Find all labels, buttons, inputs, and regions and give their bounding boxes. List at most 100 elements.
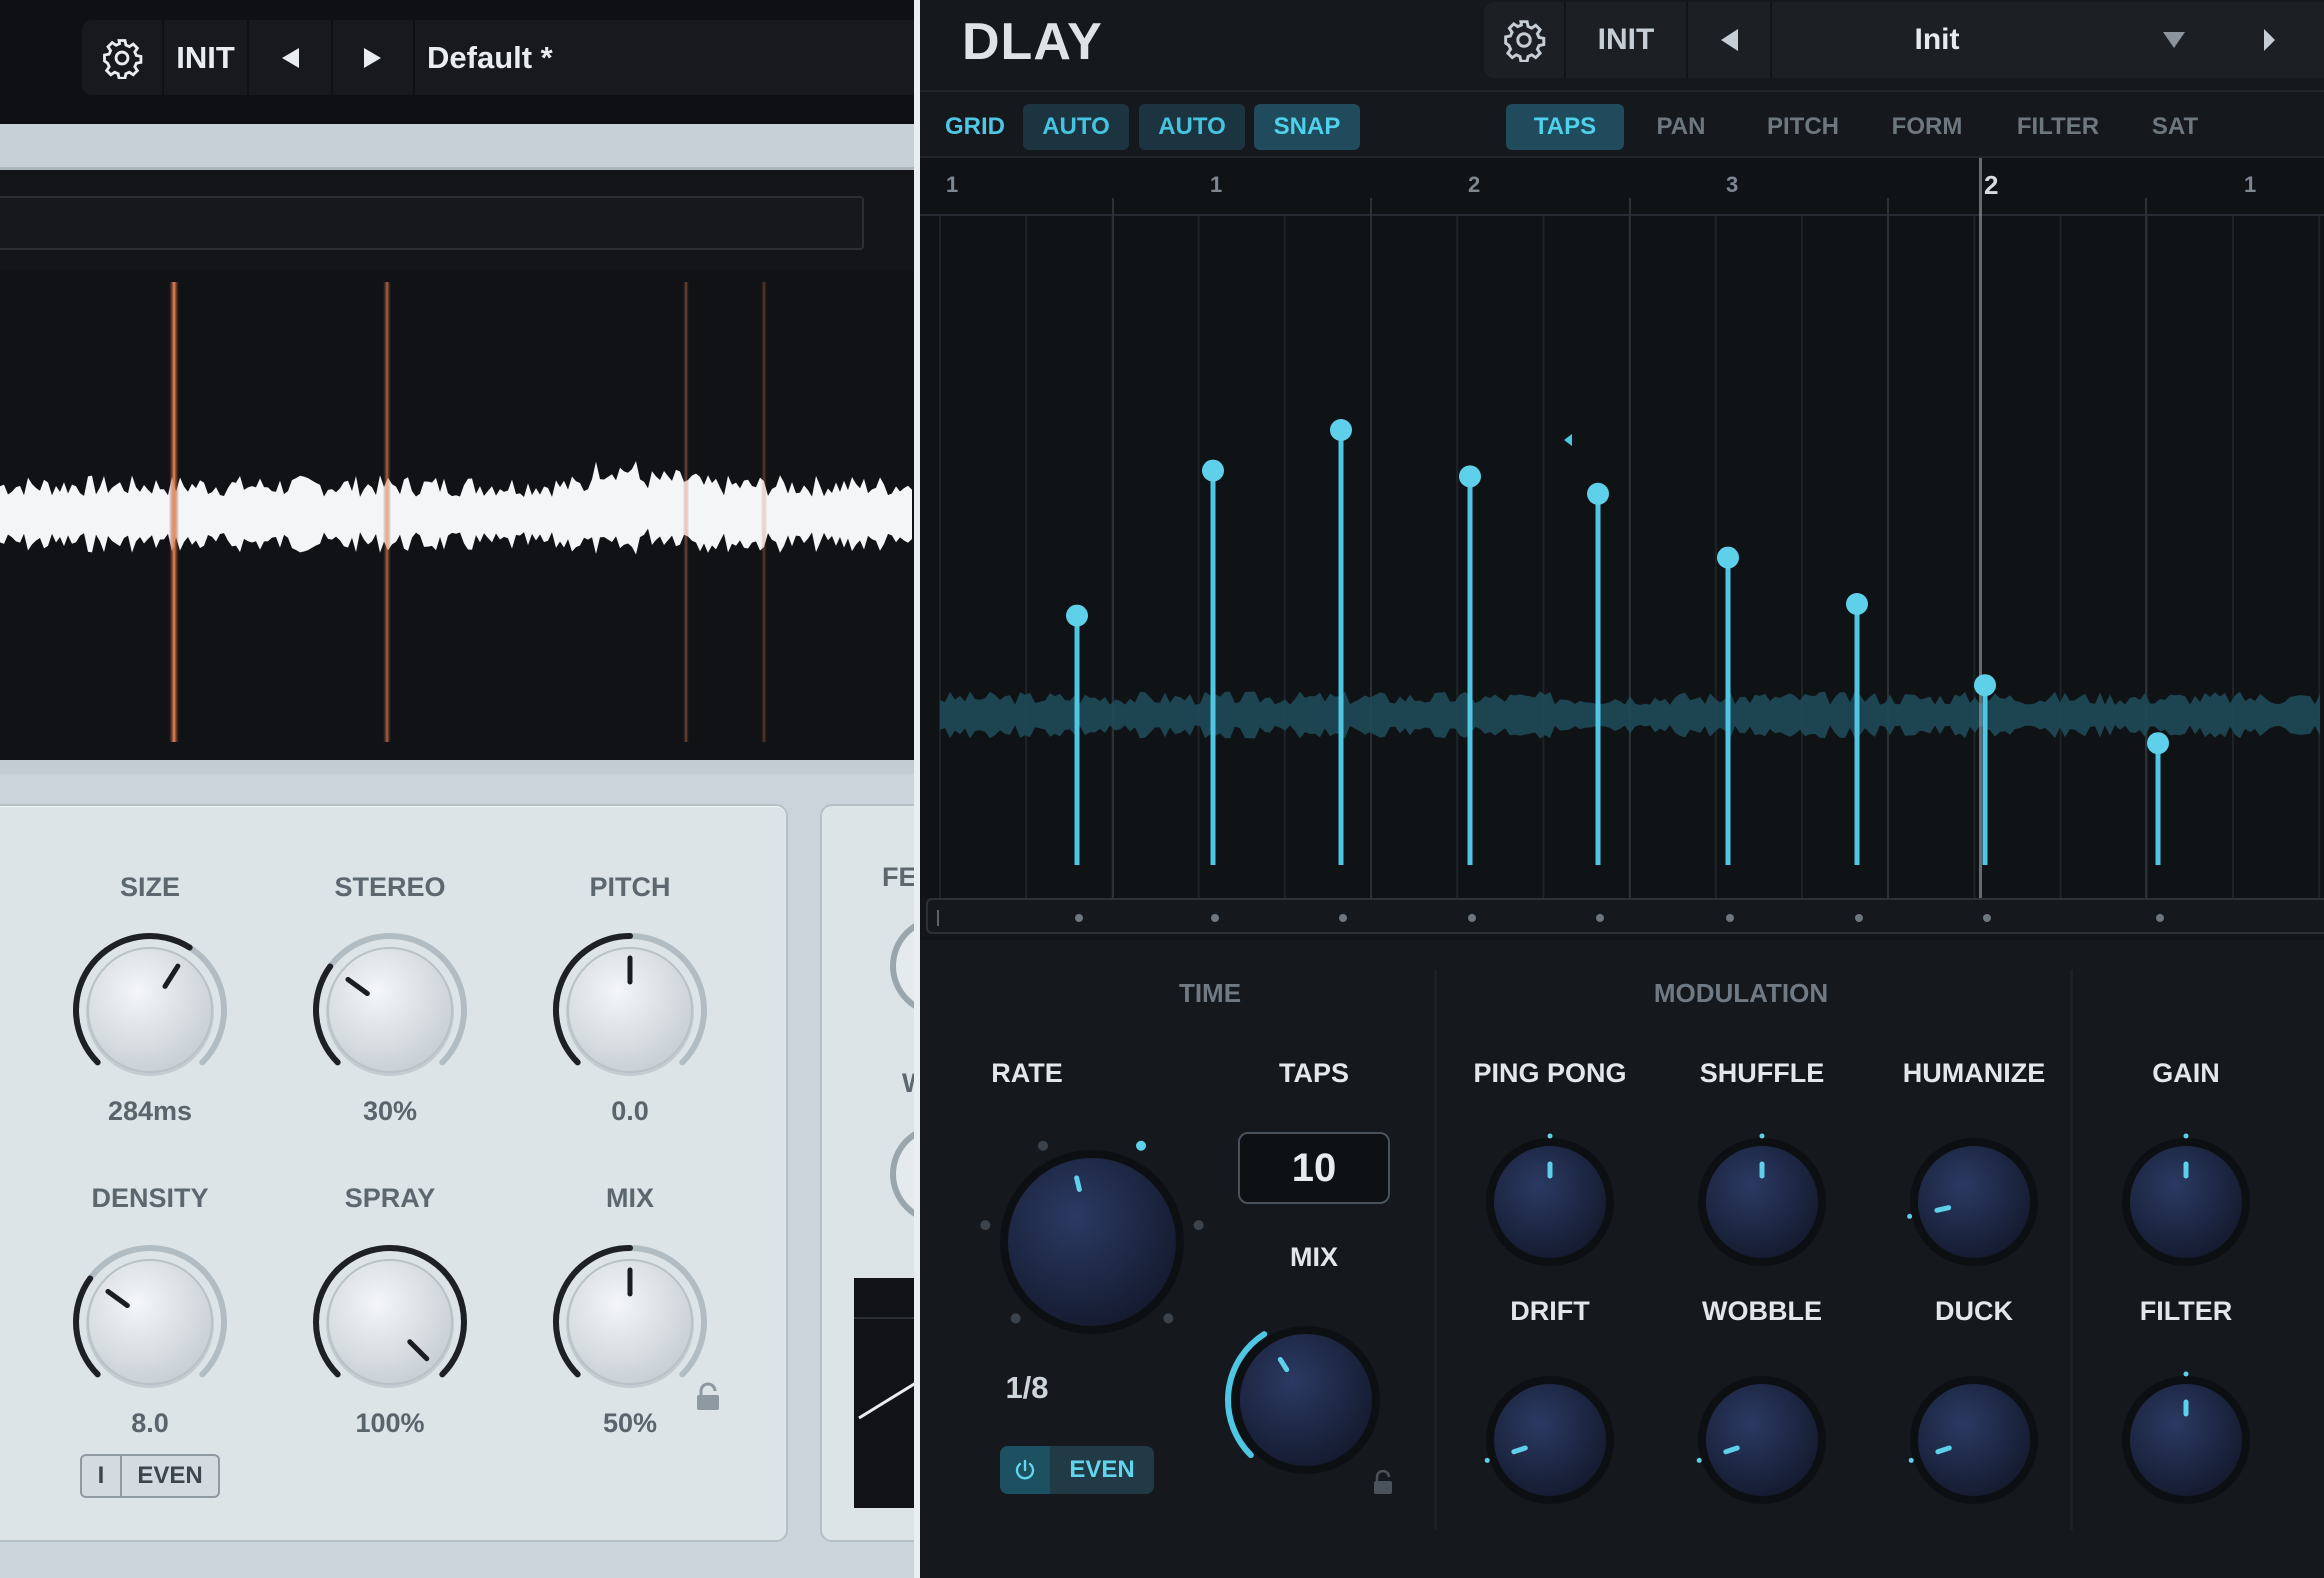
taps-label: TAPS	[1278, 1058, 1349, 1088]
knob-label-pitch: PITCH	[589, 872, 671, 902]
taps-graph[interactable]	[920, 158, 2324, 898]
left-strip	[0, 124, 914, 170]
gain-label: GAIN	[2152, 1058, 2220, 1088]
duck-knob[interactable]	[1904, 1370, 2044, 1510]
mix-knob[interactable]	[1216, 1310, 1396, 1490]
tap-scroll-dot	[1075, 914, 1083, 922]
init-button[interactable]: INIT	[1566, 2, 1686, 78]
tap-scroll-dot	[1211, 914, 1219, 922]
tab-auto-1[interactable]: AUTO	[1023, 104, 1129, 150]
density-mode-toggle[interactable]: I EVEN	[80, 1454, 220, 1498]
tab-pan[interactable]: PAN	[1636, 104, 1726, 150]
dlay-plugin: DLAY INIT Init GRID AUTO AUTO SNAP TAPS …	[920, 0, 2324, 1578]
taps-editor[interactable]: 1 1 2 3 2 1	[920, 158, 2324, 934]
grain-marker	[761, 282, 767, 742]
shuffle-label: SHUFFLE	[1699, 1058, 1825, 1088]
wobble-label: WOBBLE	[1702, 1296, 1822, 1326]
gear-icon[interactable]	[1484, 2, 1564, 78]
knob-value-density: 8.0	[131, 1408, 169, 1438]
knob-value-pitch: 0.0	[611, 1096, 649, 1126]
left-separator	[0, 760, 914, 774]
triangle-left-icon[interactable]	[249, 20, 331, 95]
knob-label-density: DENSITY	[91, 1183, 209, 1213]
left-waveform	[0, 282, 912, 742]
taps-count-field[interactable]: 10	[1238, 1132, 1390, 1204]
preset-name[interactable]: Init	[1772, 2, 2102, 78]
knob[interactable]	[890, 1124, 914, 1224]
lock-icon[interactable]	[694, 1382, 722, 1412]
density-knob[interactable]	[68, 1240, 232, 1404]
tap-handle[interactable]	[1202, 459, 1224, 865]
tab-filter[interactable]: FILTER	[1998, 104, 2118, 150]
tap-scroll-dot	[1596, 914, 1604, 922]
triangle-down-icon[interactable]	[2144, 2, 2204, 78]
tab-form[interactable]: FORM	[1872, 104, 1982, 150]
tap-handle[interactable]	[1330, 419, 1352, 865]
triangle-left-icon[interactable]	[1564, 434, 1572, 446]
tap-scroll-dot	[2156, 914, 2164, 922]
grain-marker	[169, 282, 179, 742]
tab-grid[interactable]: GRID	[940, 104, 1010, 150]
size-knob[interactable]	[68, 928, 232, 1092]
humanize-label: HUMANIZE	[1902, 1058, 2046, 1088]
knob-value-size: 284ms	[107, 1096, 193, 1126]
filter-knob[interactable]	[2116, 1370, 2256, 1510]
preset-name[interactable]: Default *	[427, 20, 627, 95]
spray-knob[interactable]	[308, 1240, 472, 1404]
section-time: TIME	[1178, 978, 1242, 1008]
dlay-header: DLAY INIT Init	[920, 0, 2324, 90]
dlay-preset-bar: INIT Init	[1484, 2, 2324, 78]
tap-scroll-dot	[1468, 914, 1476, 922]
triangle-right-icon[interactable]	[333, 20, 413, 95]
tap-scrollbar[interactable]	[926, 898, 2324, 934]
gear-icon[interactable]	[82, 20, 162, 95]
init-button[interactable]: INIT	[164, 20, 247, 95]
playhead	[1979, 158, 1982, 898]
toggle-even-option[interactable]: EVEN	[122, 1462, 218, 1490]
tap-scroll-dot	[1983, 914, 1991, 922]
tap-scroll-dot	[1726, 914, 1734, 922]
knob-label-mix: MIX	[605, 1183, 654, 1213]
triangle-left-icon[interactable]	[1688, 2, 1770, 78]
stereo-knob[interactable]	[308, 928, 472, 1092]
tap-handle[interactable]	[2147, 732, 2169, 865]
section-modulation: MODULATION	[1653, 978, 1829, 1008]
humanize-knob[interactable]	[1904, 1132, 2044, 1272]
left-waveform-view	[0, 270, 914, 760]
knob-value-stereo: 30%	[362, 1096, 418, 1126]
tap-handle[interactable]	[1459, 465, 1481, 865]
wobble-knob[interactable]	[1692, 1370, 1832, 1510]
toggle-left-option[interactable]: I	[82, 1456, 122, 1496]
tab-snap[interactable]: SNAP	[1254, 104, 1360, 150]
pitch-knob[interactable]	[548, 928, 712, 1092]
drift-knob[interactable]	[1480, 1370, 1620, 1510]
dlay-tab-bar: GRID AUTO AUTO SNAP TAPS PAN PITCH FORM …	[920, 90, 2324, 158]
tab-pitch[interactable]: PITCH	[1748, 104, 1858, 150]
knob-label-size: SIZE	[119, 872, 180, 902]
even-toggle[interactable]: EVEN	[1000, 1446, 1154, 1494]
drift-label: DRIFT	[1510, 1296, 1590, 1326]
left-preset-bar: INIT Default *	[82, 20, 914, 95]
left-header: INIT Default *	[0, 0, 914, 124]
tab-auto-2[interactable]: AUTO	[1139, 104, 1245, 150]
shuffle-knob[interactable]	[1692, 1132, 1832, 1272]
tap-handle[interactable]	[1587, 482, 1609, 865]
tab-sat[interactable]: SAT	[2130, 104, 2220, 150]
lock-icon[interactable]	[1372, 1470, 1394, 1496]
triangle-right-icon[interactable]	[2254, 2, 2284, 78]
dlay-logo: DLAY	[962, 13, 1103, 71]
tab-taps[interactable]: TAPS	[1506, 104, 1624, 150]
knob[interactable]	[890, 916, 914, 1016]
mix-label: MIX	[1289, 1242, 1338, 1272]
duck-label: DUCK	[1935, 1296, 2013, 1326]
even-label: EVEN	[1069, 1456, 1135, 1483]
ping-pong-knob[interactable]	[1480, 1132, 1620, 1272]
rate-knob[interactable]	[964, 1120, 1224, 1360]
mix-knob[interactable]	[548, 1240, 712, 1404]
gain-knob[interactable]	[2116, 1132, 2256, 1272]
left-text-field[interactable]	[0, 196, 864, 250]
power-icon[interactable]	[1000, 1446, 1050, 1494]
tap-handle[interactable]	[1066, 604, 1088, 865]
filter-label: FILTER	[2139, 1296, 2233, 1326]
knob-label-spray: SPRAY	[344, 1183, 436, 1213]
